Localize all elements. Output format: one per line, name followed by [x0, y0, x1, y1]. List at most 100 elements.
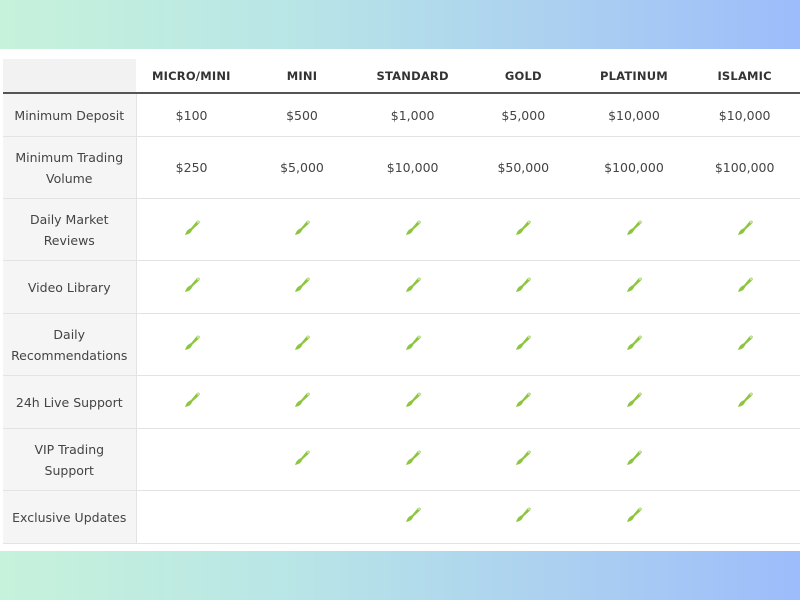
table-cell: $250	[136, 136, 247, 199]
column-header-islamic: ISLAMIC	[689, 59, 800, 94]
check-icon	[622, 502, 646, 526]
check-icon	[511, 502, 535, 526]
check-cell	[136, 313, 247, 376]
row-label: Daily Market Reviews	[3, 198, 137, 261]
check-cell	[136, 375, 247, 429]
check-cell	[357, 198, 468, 261]
check-icon	[733, 272, 757, 296]
check-cell	[357, 490, 468, 544]
check-cell	[467, 428, 579, 491]
check-icon	[180, 272, 204, 296]
check-icon	[401, 502, 425, 526]
check-icon	[622, 330, 646, 354]
table-row: Daily Market Reviews	[3, 198, 800, 261]
check-icon	[401, 445, 425, 469]
check-cell	[136, 428, 247, 491]
bottom-gradient-bar	[0, 551, 800, 600]
check-cell	[246, 428, 358, 491]
table-cell: $10,000	[578, 93, 690, 137]
check-icon	[511, 272, 535, 296]
check-cell	[689, 198, 800, 261]
check-cell	[357, 428, 468, 491]
check-icon	[622, 387, 646, 411]
check-icon	[622, 445, 646, 469]
table-row: Exclusive Updates	[3, 490, 800, 544]
table-cell: $5,000	[467, 93, 579, 137]
check-icon	[511, 215, 535, 239]
check-icon	[180, 330, 204, 354]
check-icon	[180, 215, 204, 239]
check-cell	[357, 260, 468, 314]
check-cell	[246, 260, 358, 314]
check-cell	[689, 428, 800, 491]
row-label: VIP Trading Support	[3, 428, 137, 491]
column-header-gold: GOLD	[467, 59, 579, 94]
check-cell	[689, 490, 800, 544]
comparison-panel: MICRO/MINI MINI STANDARD GOLD PLATINUM I…	[0, 49, 800, 551]
check-icon	[290, 387, 314, 411]
check-cell	[246, 313, 358, 376]
table-row: Minimum Trading Volume $250 $5,000 $10,0…	[3, 136, 800, 199]
check-cell	[467, 260, 579, 314]
header-corner-cell	[3, 59, 136, 94]
table-cell: $100	[136, 93, 247, 137]
check-cell	[578, 260, 690, 314]
check-icon	[290, 215, 314, 239]
check-cell	[578, 428, 690, 491]
check-cell	[578, 313, 690, 376]
check-cell	[578, 490, 690, 544]
check-icon	[733, 387, 757, 411]
account-comparison-table: MICRO/MINI MINI STANDARD GOLD PLATINUM I…	[3, 59, 800, 544]
check-cell	[689, 375, 800, 429]
table-row: 24h Live Support	[3, 375, 800, 429]
check-icon	[622, 272, 646, 296]
check-cell	[467, 490, 579, 544]
check-icon	[401, 387, 425, 411]
check-icon	[401, 272, 425, 296]
row-label: Video Library	[3, 260, 137, 314]
check-cell	[689, 260, 800, 314]
check-icon	[733, 215, 757, 239]
row-label: 24h Live Support	[3, 375, 137, 429]
check-icon	[511, 387, 535, 411]
row-label: Minimum Trading Volume	[3, 136, 137, 199]
check-icon	[733, 330, 757, 354]
table-cell: $500	[246, 93, 358, 137]
table-cell: $5,000	[246, 136, 358, 199]
table-cell: $100,000	[689, 136, 800, 199]
row-label: Minimum Deposit	[3, 93, 137, 137]
column-header-standard: STANDARD	[357, 59, 468, 94]
check-icon	[401, 215, 425, 239]
check-cell	[136, 198, 247, 261]
table-cell: $100,000	[578, 136, 690, 199]
table-row: VIP Trading Support	[3, 428, 800, 491]
check-icon	[290, 445, 314, 469]
check-cell	[578, 198, 690, 261]
check-icon	[290, 330, 314, 354]
column-header-platinum: PLATINUM	[578, 59, 690, 94]
check-cell	[246, 198, 358, 261]
check-cell	[246, 375, 358, 429]
check-icon	[511, 330, 535, 354]
check-icon	[290, 272, 314, 296]
row-label: Exclusive Updates	[3, 490, 137, 544]
table-cell: $1,000	[357, 93, 468, 137]
check-cell	[467, 375, 579, 429]
top-gradient-bar	[0, 0, 800, 49]
row-label: Daily Recommendations	[3, 313, 137, 376]
check-cell	[246, 490, 358, 544]
check-cell	[467, 313, 579, 376]
check-icon	[622, 215, 646, 239]
check-cell	[357, 313, 468, 376]
check-cell	[136, 260, 247, 314]
table-row: Minimum Deposit $100 $500 $1,000 $5,000 …	[3, 93, 800, 137]
table-cell: $10,000	[689, 93, 800, 137]
check-cell	[578, 375, 690, 429]
check-cell	[136, 490, 247, 544]
table-row: Daily Recommendations	[3, 313, 800, 376]
check-cell	[357, 375, 468, 429]
check-cell	[689, 313, 800, 376]
table-cell: $10,000	[357, 136, 468, 199]
column-header-micro-mini: MICRO/MINI	[136, 59, 247, 94]
table-cell: $50,000	[467, 136, 579, 199]
